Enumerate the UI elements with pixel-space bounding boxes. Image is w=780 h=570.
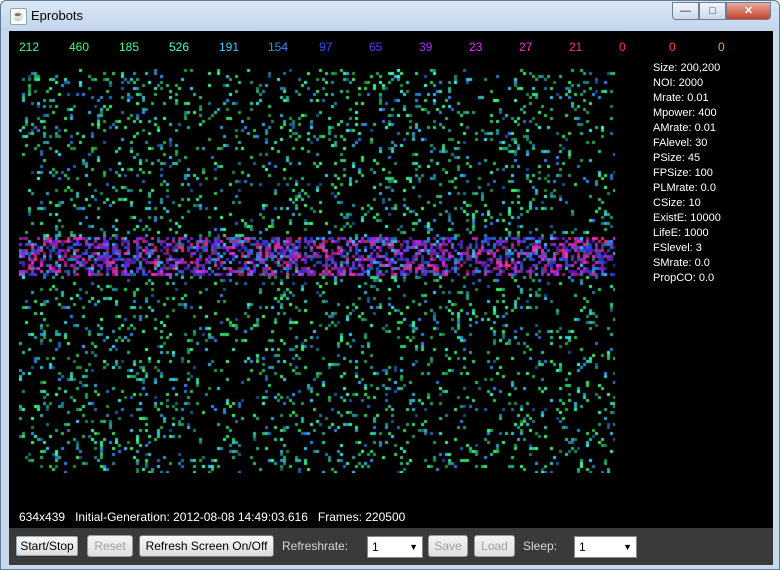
- population-count: 191: [219, 40, 240, 54]
- start-stop-button[interactable]: Start/Stop: [15, 535, 79, 557]
- population-count: 97: [319, 40, 333, 54]
- population-count: 65: [369, 40, 383, 54]
- param-size: Size: 200,200: [653, 62, 721, 74]
- refreshrate-label: Refreshrate:: [282, 539, 349, 553]
- param-plmrate: PLMrate: 0.0: [653, 182, 716, 194]
- population-count: 526: [169, 40, 190, 54]
- chevron-down-icon: ▼: [623, 542, 632, 552]
- control-toolbar: Start/Stop Reset Refresh Screen On/Off R…: [9, 528, 773, 565]
- refreshrate-select[interactable]: 1 ▼: [367, 536, 423, 558]
- param-amrate: AMrate: 0.01: [653, 122, 716, 134]
- frame-counter: Frames: 220500: [317, 510, 406, 524]
- param-existe: ExistE: 10000: [653, 212, 721, 224]
- param-fpsize: FPSize: 100: [653, 167, 713, 179]
- minimize-icon: —: [680, 5, 691, 17]
- status-line: 634x439 Initial-Generation: 2012-08-08 1…: [19, 510, 405, 524]
- param-fslevel: FSlevel: 3: [653, 242, 702, 254]
- refresh-screen-button[interactable]: Refresh Screen On/Off: [139, 535, 274, 557]
- param-mrate: Mrate: 0.01: [653, 92, 709, 104]
- canvas-dimensions: 634x439: [19, 510, 66, 524]
- sleep-select[interactable]: 1 ▼: [574, 536, 637, 558]
- population-count: 39: [419, 40, 433, 54]
- population-count: 27: [519, 40, 533, 54]
- refreshrate-value: 1: [372, 540, 379, 554]
- java-app-icon: ☕: [10, 8, 27, 25]
- chevron-down-icon: ▼: [409, 542, 418, 552]
- population-count: 185: [119, 40, 140, 54]
- population-counts: 212 460 185 526 191 154 97 65 39 23 27 2…: [9, 31, 773, 59]
- app-window: ☕ Eprobots — □ ✕ 212 460 185 526 191 154…: [0, 0, 780, 570]
- title-bar[interactable]: ☕ Eprobots — □ ✕: [1, 1, 779, 31]
- reset-button[interactable]: Reset: [87, 535, 133, 557]
- window-title: Eprobots: [31, 8, 84, 23]
- param-propco: PropCO: 0.0: [653, 272, 715, 284]
- maximize-button[interactable]: □: [699, 2, 726, 20]
- population-count: 212: [19, 40, 40, 54]
- param-smrate: SMrate: 0.0: [653, 257, 710, 269]
- sleep-value: 1: [579, 540, 586, 554]
- save-button[interactable]: Save: [428, 535, 468, 557]
- close-icon: ✕: [743, 5, 754, 17]
- initial-generation: Initial-Generation: 2012-08-08 14:49:03.…: [75, 510, 308, 524]
- param-lifee: LifeE: 1000: [653, 227, 709, 239]
- population-count: 154: [268, 40, 289, 54]
- load-button[interactable]: Load: [474, 535, 515, 557]
- population-count: 23: [469, 40, 483, 54]
- maximize-icon: □: [709, 5, 716, 17]
- param-psize: PSize: 45: [653, 152, 701, 164]
- population-count: 0: [669, 40, 676, 54]
- param-csize: CSize: 10: [653, 197, 701, 209]
- parameter-list: Size: 200,200 NOI: 2000 Mrate: 0.01 Mpow…: [653, 61, 721, 286]
- close-button[interactable]: ✕: [726, 2, 771, 20]
- population-count: 0: [718, 40, 725, 54]
- population-count: 21: [569, 40, 583, 54]
- minimize-button[interactable]: —: [672, 2, 699, 20]
- param-mpower: Mpower: 400: [653, 107, 717, 119]
- simulation-canvas[interactable]: 212 460 185 526 191 154 97 65 39 23 27 2…: [9, 31, 773, 528]
- param-falevel: FAlevel: 30: [653, 137, 708, 149]
- population-count: 0: [619, 40, 626, 54]
- sleep-label: Sleep:: [523, 539, 558, 553]
- simulation-field[interactable]: [19, 69, 615, 473]
- param-noi: NOI: 2000: [653, 77, 704, 89]
- population-count: 460: [69, 40, 90, 54]
